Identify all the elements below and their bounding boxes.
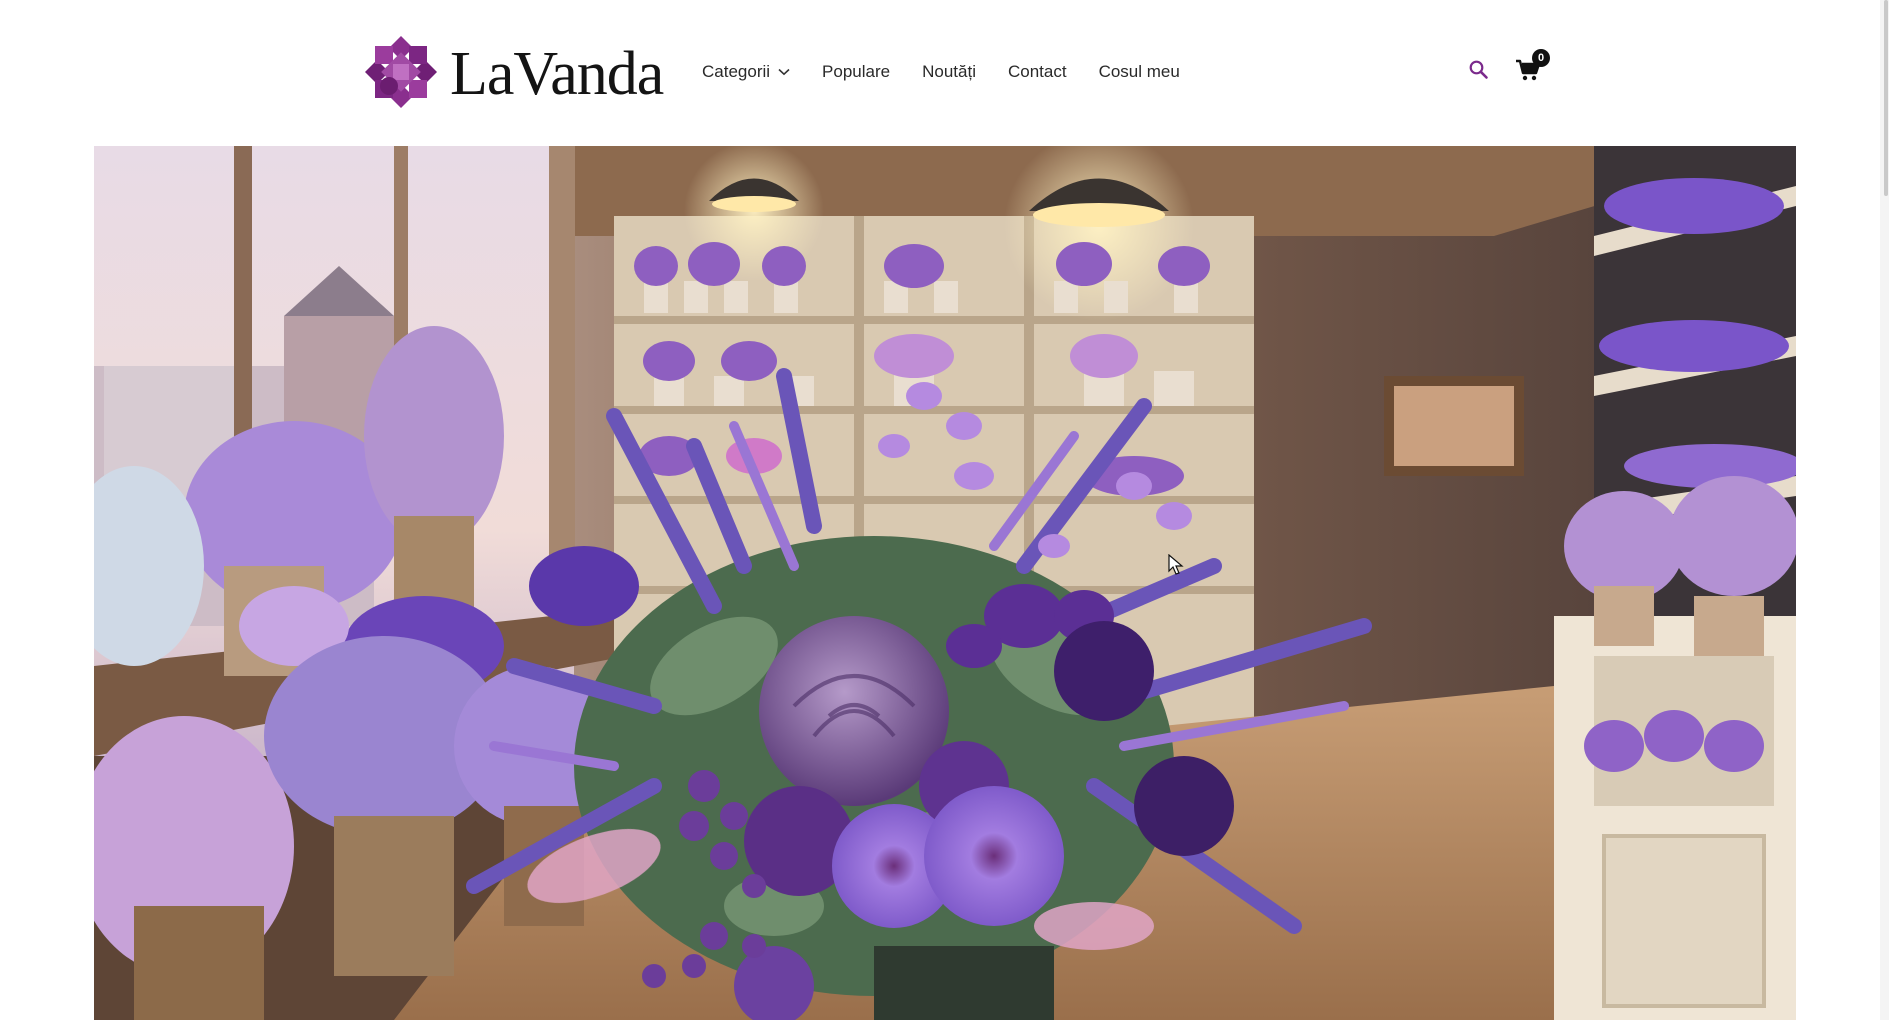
nav-item-cosul-meu[interactable]: Cosul meu xyxy=(1099,62,1180,82)
search-icon xyxy=(1469,60,1488,79)
scrollbar-thumb[interactable] xyxy=(1884,0,1888,196)
nav-item-label: Noutăți xyxy=(922,62,976,81)
nav-item-label: Categorii xyxy=(702,62,771,81)
logo-wordmark: LaVanda xyxy=(450,40,664,108)
hero-image xyxy=(94,146,1796,1020)
cart-count-badge: 0 xyxy=(1532,49,1550,67)
logo-link[interactable]: LaVanda xyxy=(362,33,664,111)
lavender-flower-logo-icon xyxy=(365,36,437,108)
nav-item-populare[interactable]: Populare xyxy=(822,62,890,82)
nav-item-label: Cosul meu xyxy=(1098,62,1180,81)
nav-item-categorii[interactable]: Categorii xyxy=(702,62,790,82)
nav-item-label: Contact xyxy=(1007,62,1067,81)
site-header: LaVanda Categorii Populare Noutăți Conta… xyxy=(0,0,1889,146)
search-button[interactable] xyxy=(1468,59,1490,81)
page: LaVanda Categorii Populare Noutăți Conta… xyxy=(0,0,1889,1020)
main-nav: Categorii Populare Noutăți Contact Cosul… xyxy=(702,58,1212,86)
nav-item-contact[interactable]: Contact xyxy=(1008,62,1067,82)
nav-item-label: Populare xyxy=(822,62,891,81)
nav-item-noutati[interactable]: Noutăți xyxy=(922,62,976,82)
chevron-down-icon xyxy=(778,68,790,76)
